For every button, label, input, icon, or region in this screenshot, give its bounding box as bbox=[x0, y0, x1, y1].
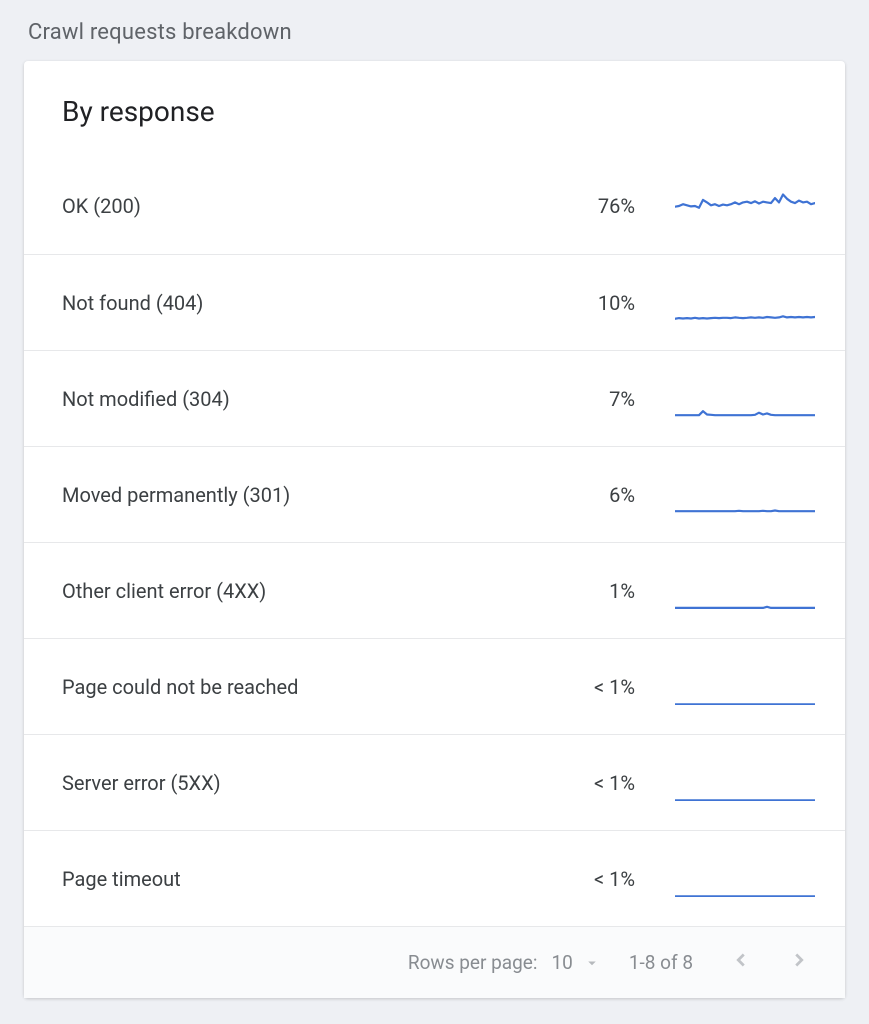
response-label: Server error (5XX) bbox=[62, 771, 545, 795]
pagination-footer: Rows per page: 10 1-8 of 8 bbox=[24, 926, 845, 998]
table-row[interactable]: Page could not be reached< 1% bbox=[24, 638, 845, 734]
sparkline bbox=[675, 381, 815, 417]
response-percent: 10% bbox=[545, 291, 635, 315]
response-percent: < 1% bbox=[545, 867, 635, 891]
sparkline bbox=[675, 765, 815, 801]
response-percent: < 1% bbox=[545, 771, 635, 795]
by-response-card: By response OK (200)76%Not found (404)10… bbox=[24, 61, 845, 998]
chevron-left-icon bbox=[730, 949, 752, 976]
sparkline bbox=[675, 188, 815, 224]
pagination-nav bbox=[721, 943, 819, 983]
response-label: Not modified (304) bbox=[62, 387, 545, 411]
table-row[interactable]: Not modified (304)7% bbox=[24, 350, 845, 446]
sparkline bbox=[675, 669, 815, 705]
response-percent: 76% bbox=[545, 194, 635, 218]
pagination-range: 1-8 of 8 bbox=[629, 951, 693, 974]
next-page-button[interactable] bbox=[779, 943, 819, 983]
rows-per-page-select[interactable]: 10 bbox=[551, 951, 600, 974]
page-header: Crawl requests breakdown bbox=[0, 0, 869, 57]
response-percent: 7% bbox=[545, 387, 635, 411]
response-label: OK (200) bbox=[62, 194, 545, 218]
response-list: OK (200)76%Not found (404)10%Not modifie… bbox=[24, 158, 845, 926]
sparkline bbox=[675, 477, 815, 513]
response-percent: < 1% bbox=[545, 675, 635, 699]
response-label: Other client error (4XX) bbox=[62, 579, 545, 603]
chevron-right-icon bbox=[788, 949, 810, 976]
dropdown-icon bbox=[583, 954, 601, 972]
sparkline bbox=[675, 285, 815, 321]
sparkline bbox=[675, 861, 815, 897]
sparkline bbox=[675, 573, 815, 609]
response-percent: 1% bbox=[545, 579, 635, 603]
rows-per-page-value: 10 bbox=[551, 951, 572, 974]
response-label: Moved permanently (301) bbox=[62, 483, 545, 507]
table-row[interactable]: Server error (5XX)< 1% bbox=[24, 734, 845, 830]
prev-page-button[interactable] bbox=[721, 943, 761, 983]
card-title: By response bbox=[24, 61, 845, 158]
response-label: Page timeout bbox=[62, 867, 545, 891]
table-row[interactable]: Moved permanently (301)6% bbox=[24, 446, 845, 542]
response-label: Not found (404) bbox=[62, 291, 545, 315]
rows-per-page-label: Rows per page: bbox=[408, 951, 538, 974]
response-label: Page could not be reached bbox=[62, 675, 545, 699]
response-percent: 6% bbox=[545, 483, 635, 507]
table-row[interactable]: OK (200)76% bbox=[24, 158, 845, 254]
rows-per-page: Rows per page: 10 bbox=[408, 951, 601, 974]
table-row[interactable]: Other client error (4XX)1% bbox=[24, 542, 845, 638]
table-row[interactable]: Not found (404)10% bbox=[24, 254, 845, 350]
table-row[interactable]: Page timeout< 1% bbox=[24, 830, 845, 926]
